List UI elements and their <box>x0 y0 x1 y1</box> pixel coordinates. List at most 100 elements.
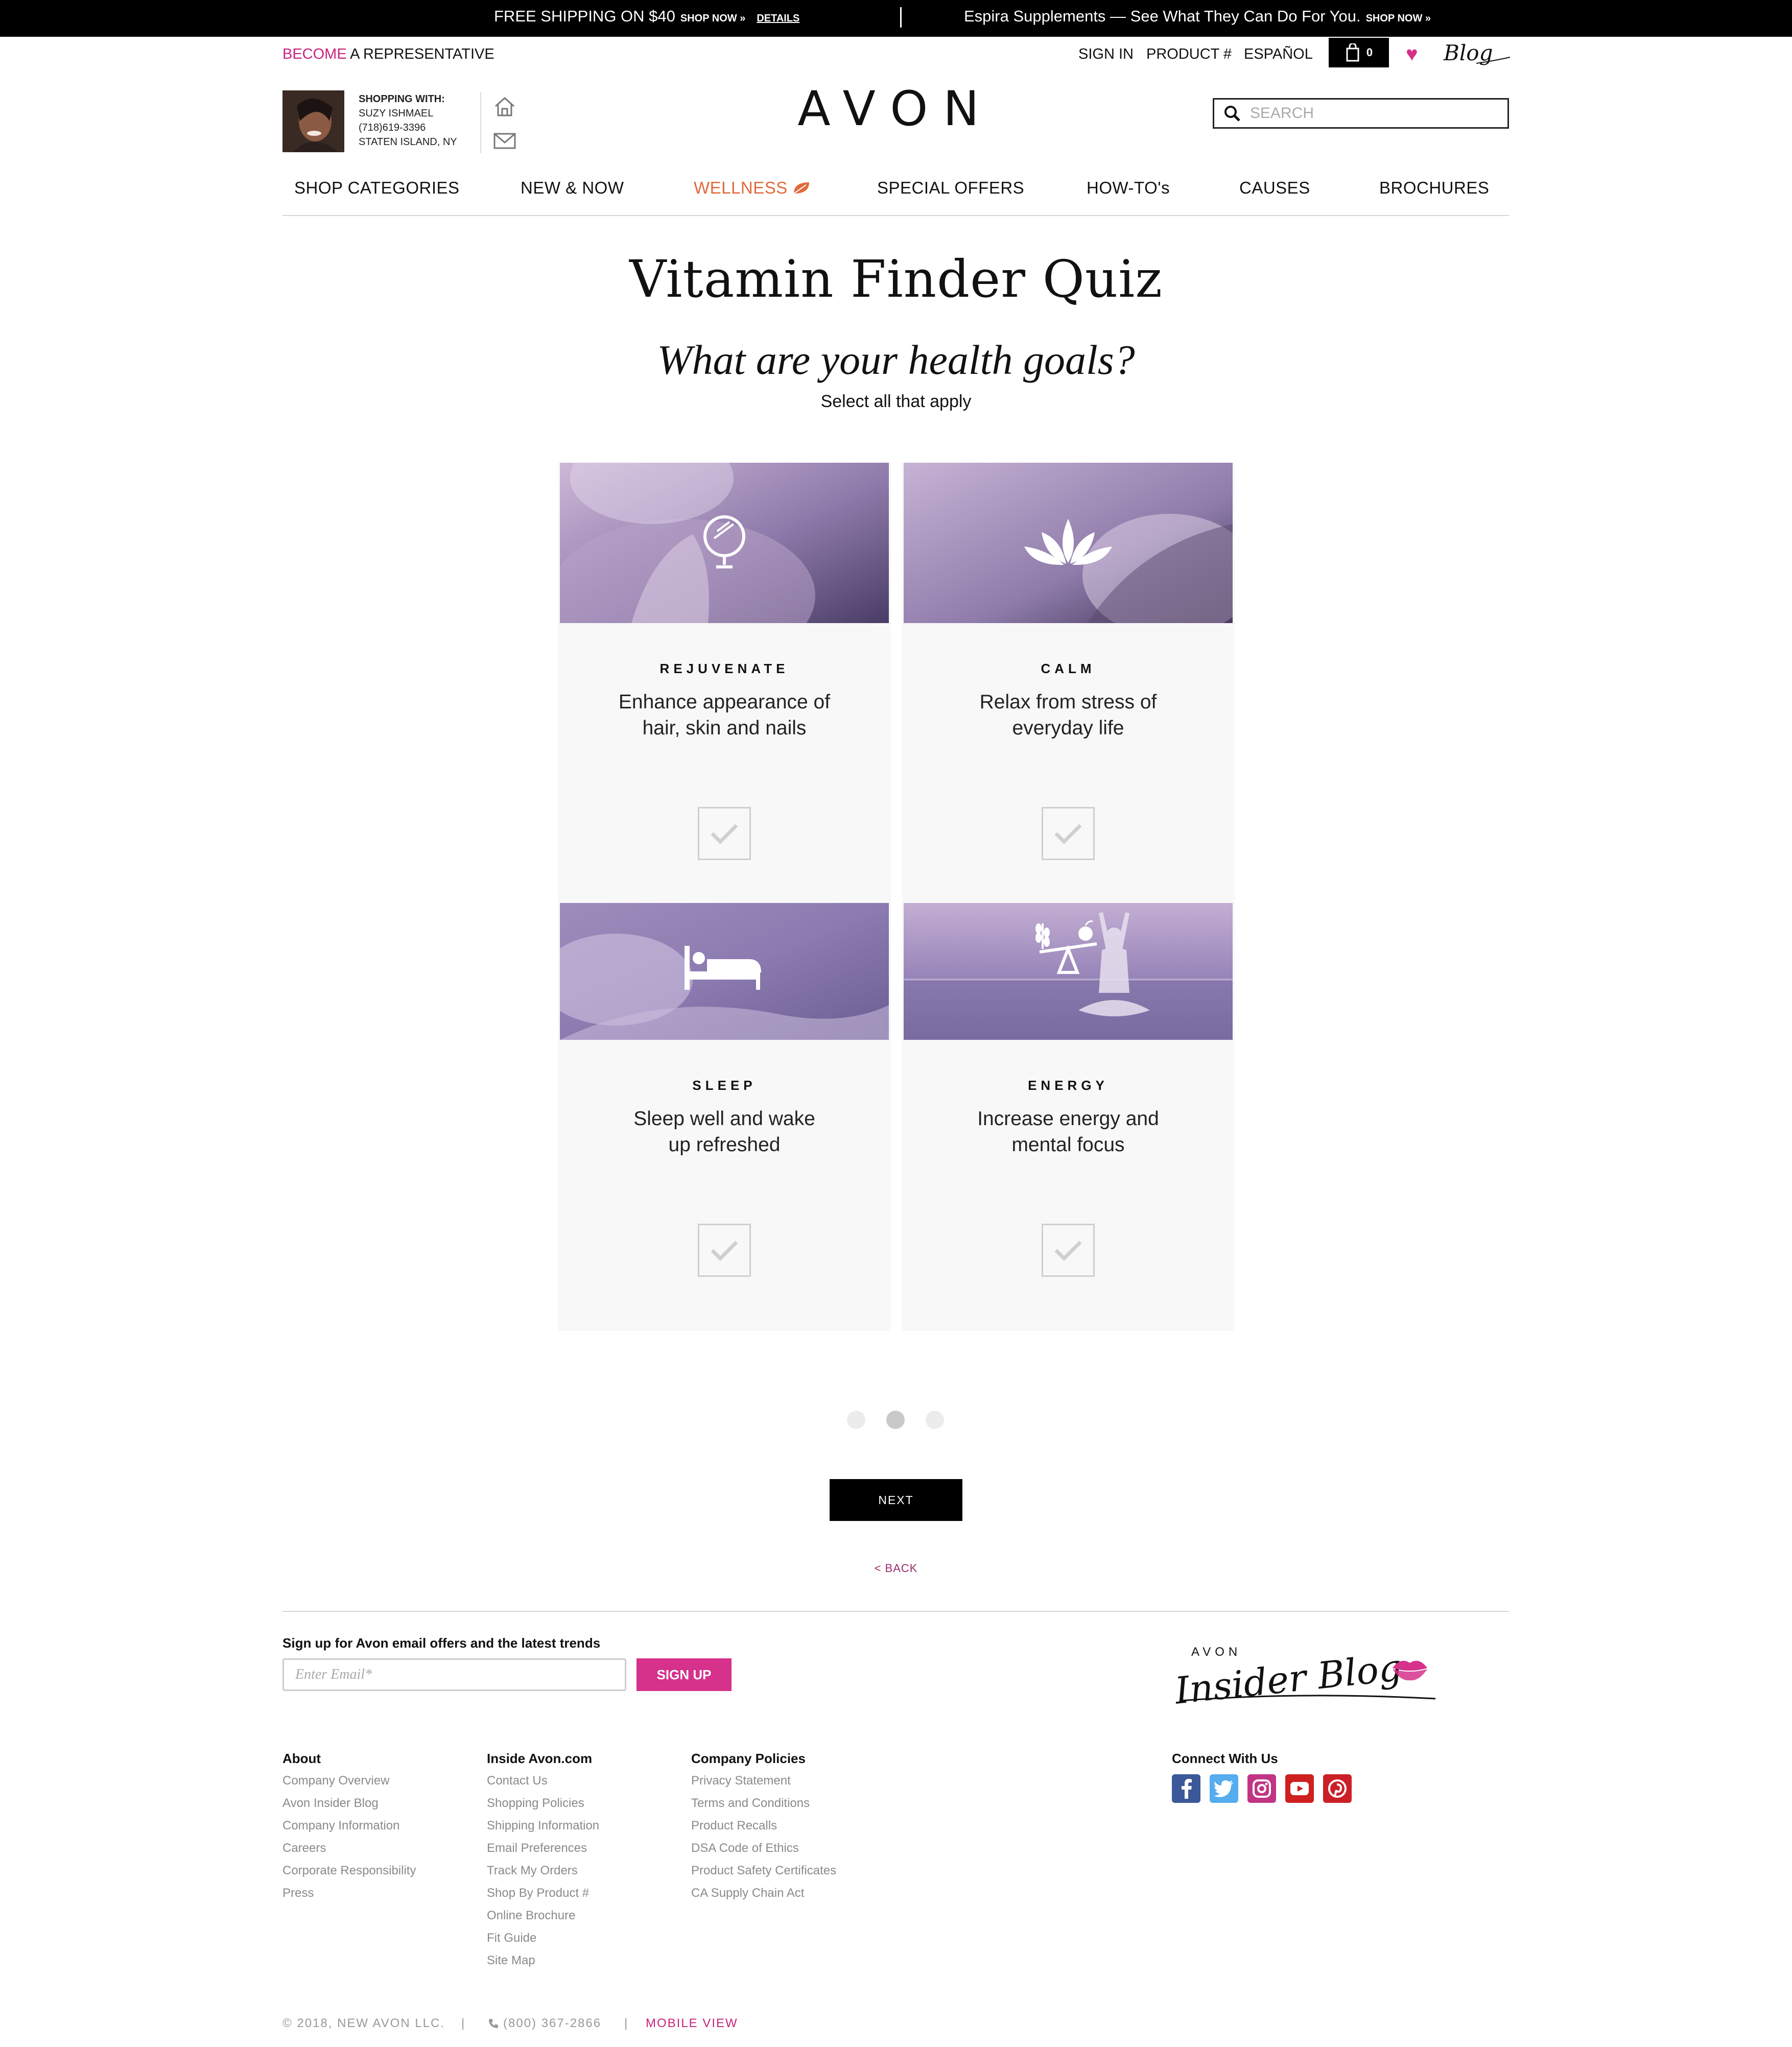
calm-checkbox[interactable] <box>1042 807 1095 860</box>
youtube-icon[interactable] <box>1285 1774 1314 1803</box>
twitter-icon[interactable] <box>1210 1774 1238 1803</box>
promo-espira-shop-link[interactable]: SHOP NOW » <box>1366 13 1431 25</box>
promo-bar: FREE SHIPPING ON $40 SHOP NOW » DETAILS … <box>0 0 1792 37</box>
nav-how-tos[interactable]: HOW-TO's <box>1087 178 1170 198</box>
rejuvenate-label: REJUVENATE <box>659 661 789 676</box>
footer-link-fit-guide[interactable]: Fit Guide <box>487 1931 536 1945</box>
mobile-view-link[interactable]: MOBILE VIEW <box>646 2016 738 2031</box>
footer-link-company-overview[interactable]: Company Overview <box>282 1774 389 1788</box>
quiz-question: What are your health goals? <box>657 337 1135 383</box>
promo-shop-now-link[interactable]: SHOP NOW » <box>680 13 745 25</box>
footer-link-avon-insider-blog[interactable]: Avon Insider Blog <box>282 1796 379 1811</box>
goal-card-energy[interactable]: ENERGY Increase energy and mental focus <box>902 903 1235 1331</box>
insider-blog-logo[interactable]: AVON Insider Blog <box>1170 1638 1446 1720</box>
pinterest-icon[interactable] <box>1323 1774 1352 1803</box>
sleep-desc-line1: Sleep well and wake <box>633 1108 815 1130</box>
energy-desc-line2: mental focus <box>1011 1134 1125 1156</box>
rep-info: SHOPPING WITH: SUZY ISHMAEL (718)619-339… <box>359 92 457 149</box>
footer-link-online-brochure[interactable]: Online Brochure <box>487 1909 575 1923</box>
become-representative-link[interactable]: BECOME A REPRESENTATIVE <box>282 46 494 63</box>
goal-card-sleep[interactable]: SLEEP Sleep well and wake up refreshed <box>558 903 891 1331</box>
avon-logo[interactable]: AVON <box>766 82 1026 133</box>
nav-wellness-label: WELLNESS <box>694 178 788 197</box>
rejuvenate-checkbox[interactable] <box>698 807 751 860</box>
promo-shipping-text: FREE SHIPPING ON $40 <box>494 7 675 25</box>
back-link[interactable]: < BACK <box>0 1562 1792 1575</box>
footer-link-press[interactable]: Press <box>282 1886 314 1900</box>
nav-brochures[interactable]: BROCHURES <box>1379 178 1489 198</box>
sleep-label: SLEEP <box>692 1078 757 1093</box>
sign-in-link[interactable]: SIGN IN <box>1078 46 1134 63</box>
footer-link-site-map[interactable]: Site Map <box>487 1954 535 1968</box>
footer-policies-heading: Company Policies <box>691 1751 806 1766</box>
search-input[interactable] <box>1250 105 1495 122</box>
footer-link-careers[interactable]: Careers <box>282 1841 326 1855</box>
legal-divider-1: | <box>461 2016 466 2030</box>
footer-link-product-recalls[interactable]: Product Recalls <box>691 1819 777 1833</box>
footer-link-track-orders[interactable]: Track My Orders <box>487 1864 578 1878</box>
sleep-checkbox[interactable] <box>698 1224 751 1277</box>
footer-link-product-safety[interactable]: Product Safety Certificates <box>691 1864 836 1878</box>
promo-details-link[interactable]: DETAILS <box>757 13 799 25</box>
pagination-dot-1[interactable] <box>847 1411 865 1429</box>
next-button[interactable]: NEXT <box>830 1479 962 1521</box>
phone-number: (800) 367-2866 <box>503 2016 602 2030</box>
sleep-image <box>560 903 889 1040</box>
facebook-icon[interactable] <box>1172 1774 1200 1803</box>
footer-link-terms[interactable]: Terms and Conditions <box>691 1796 810 1811</box>
promo-espira: Espira Supplements — See What They Can D… <box>964 7 1431 26</box>
footer-link-corporate-responsibility[interactable]: Corporate Responsibility <box>282 1864 416 1878</box>
footer-inside-heading: Inside Avon.com <box>487 1751 593 1766</box>
rejuvenate-desc-line1: Enhance appearance of <box>618 691 831 713</box>
phone-contact[interactable]: (800) 367-2866 <box>488 2016 601 2031</box>
pagination-dot-2[interactable] <box>886 1411 905 1429</box>
instagram-icon[interactable] <box>1247 1774 1276 1803</box>
leaf-icon <box>793 182 809 194</box>
nav-wellness[interactable]: WELLNESS <box>694 178 811 198</box>
blog-link-logo[interactable]: Blog <box>1441 39 1512 69</box>
nav-new-now[interactable]: NEW & NOW <box>521 178 624 198</box>
shopping-bag-button[interactable]: 0 <box>1329 38 1389 67</box>
footer-link-company-information[interactable]: Company Information <box>282 1819 399 1833</box>
home-icon[interactable] <box>491 94 518 118</box>
nav-causes[interactable]: CAUSES <box>1239 178 1310 198</box>
insider-blog-brand: AVON <box>1191 1645 1241 1659</box>
signup-button[interactable]: SIGN UP <box>636 1658 732 1691</box>
footer-link-shopping-policies[interactable]: Shopping Policies <box>487 1796 584 1811</box>
footer-link-contact-us[interactable]: Contact Us <box>487 1774 548 1788</box>
espanol-link[interactable]: ESPAÑOL <box>1244 46 1313 63</box>
footer-link-dsa-code[interactable]: DSA Code of Ethics <box>691 1841 799 1855</box>
nav-shop-categories[interactable]: SHOP CATEGORIES <box>294 178 460 198</box>
bag-count: 0 <box>1366 46 1373 59</box>
footer-link-shop-by-product[interactable]: Shop By Product # <box>487 1886 589 1900</box>
search-box[interactable] <box>1213 98 1509 129</box>
email-field[interactable] <box>282 1658 626 1691</box>
rejuvenate-desc-line2: hair, skin and nails <box>642 717 807 739</box>
sleep-description: Sleep well and wake up refreshed <box>558 1106 891 1158</box>
calm-desc-line2: everyday life <box>1012 717 1124 739</box>
pagination-dot-3[interactable] <box>926 1411 944 1429</box>
footer-link-ca-supply-chain[interactable]: CA Supply Chain Act <box>691 1886 804 1900</box>
calm-desc-line1: Relax from stress of <box>979 691 1157 713</box>
rep-phone: (718)619-3396 <box>359 122 426 133</box>
calm-label: CALM <box>1041 661 1096 676</box>
legal-divider-2: | <box>624 2016 629 2030</box>
footer-divider <box>282 1611 1509 1612</box>
page-title: Vitamin Finder Quiz <box>629 249 1163 309</box>
footer-link-shipping-information[interactable]: Shipping Information <box>487 1819 599 1833</box>
calm-image <box>904 463 1233 623</box>
checkmark-icon <box>711 824 738 844</box>
wishlist-heart-icon[interactable]: ♥ <box>1406 44 1418 64</box>
footer-link-email-preferences[interactable]: Email Preferences <box>487 1841 587 1855</box>
goal-card-rejuvenate[interactable]: REJUVENATE Enhance appearance of hair, s… <box>558 463 891 903</box>
energy-description: Increase energy and mental focus <box>902 1106 1235 1158</box>
nav-special-offers[interactable]: SPECIAL OFFERS <box>877 178 1024 198</box>
search-icon[interactable] <box>1214 100 1250 127</box>
nav-divider <box>282 215 1509 216</box>
goal-card-calm[interactable]: CALM Relax from stress of everyday life <box>902 463 1235 903</box>
footer-link-privacy-statement[interactable]: Privacy Statement <box>691 1774 791 1788</box>
energy-checkbox[interactable] <box>1042 1224 1095 1277</box>
email-rep-icon[interactable] <box>491 129 518 153</box>
product-number-link[interactable]: PRODUCT # <box>1146 46 1232 63</box>
promo-espira-text: Espira Supplements — See What They Can D… <box>964 7 1361 25</box>
